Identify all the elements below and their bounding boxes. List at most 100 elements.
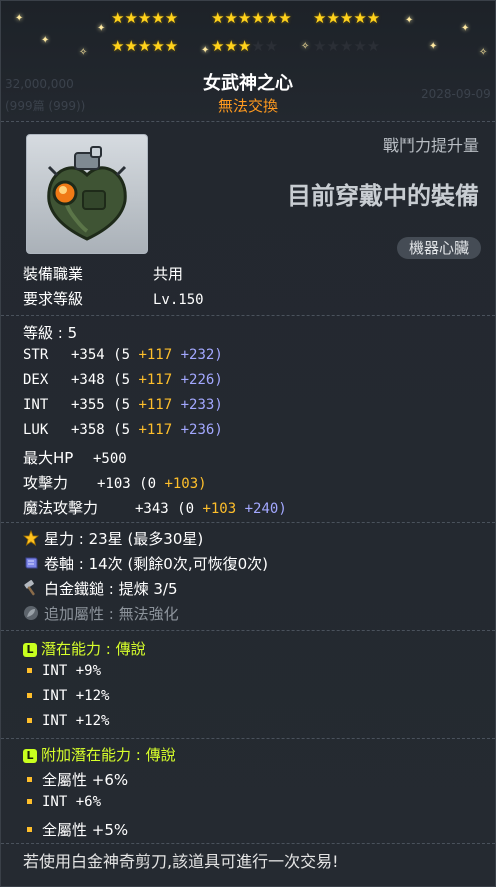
footer-note: 若使用白金神奇剪刀,該道具可進行一次交易! [23,852,339,871]
stat-total: +343 [135,501,169,517]
stat-flame: +117 [138,347,173,363]
stat-flame: +117 [138,422,173,438]
combat-power-label: 戰鬥力提升量 [382,136,479,155]
bullet-icon [27,717,32,723]
stat-star: +236) [180,422,223,438]
job-label: 裝備職業 [23,265,84,283]
star-group-6: ★★★★★ [313,37,381,55]
stat-star: +232) [180,347,223,363]
bullet-icon [27,777,32,782]
level-req-row: 要求等級 Lv.150 [23,288,204,309]
stat-star: +233) [180,397,223,413]
stat-flame: +103 [202,501,237,517]
hammer-row: 白金鐵鎚 : 提煉 3/5 [23,578,178,599]
bullet-icon [27,692,32,698]
stat-str-row: STR +354 (5 +117 +232) [23,347,223,363]
potential-line: INT +12% [23,713,109,729]
potential-header: L 潛在能力 : 傳說 [23,638,146,659]
stat-label: INT [23,397,49,413]
stat-int-row: INT +355 (5 +117 +233) [23,397,223,413]
stat-label: 最大HP [23,449,74,467]
stat-label: 魔法攻擊力 [23,499,99,517]
stat-label: DEX [23,372,49,388]
stat-atk-row: 攻擊力 +103 (0 +103) [23,472,207,493]
stat-label: STR [23,347,49,363]
stat-matk-row: 魔法攻擊力 +343 (0 +103 +240) [23,497,287,518]
stat-flame: +103) [164,476,207,492]
divider [1,738,495,739]
job-value: 共用 [153,265,184,283]
star-group-3: ★★★★★ [313,9,381,27]
stat-label: 攻擊力 [23,474,69,492]
item-tooltip: ★★★★★ ★★★★★★ ★★★★★ ★★★★★ ★★★★★ ★★★★★ ✦ ✦… [0,0,496,887]
stat-base: (5 [113,347,131,363]
stat-flame: +117 [138,372,173,388]
bullet-icon [27,827,32,832]
stat-dex-row: DEX +348 (5 +117 +226) [23,372,223,388]
stat-base: (5 [113,372,131,388]
star-group-1: ★★★★★ [111,9,179,27]
stat-base: (5 [113,397,131,413]
sparkle-icon: ✦ [15,13,24,24]
sparkle-icon: ✧ [79,47,88,58]
stat-base: (0 [177,501,195,517]
stat-label: LUK [23,422,49,438]
star-icon [23,530,39,546]
divider [1,315,495,316]
bonus-potential-header: L 附加潛在能力 : 傳說 [23,744,176,765]
star-group-5: ★★★★★ [211,37,279,55]
machine-heart-icon [47,146,127,241]
potential-line: INT +9% [23,663,101,679]
bonus-potential-title: 附加潛在能力 : 傳說 [41,746,176,764]
sparkle-icon: ✦ [429,41,438,52]
item-icon-frame [26,134,148,254]
potential-title: 潛在能力 : 傳說 [41,640,146,658]
stat-total: +348 [71,372,105,388]
hammer-icon [24,580,35,596]
legendary-badge-icon: L [23,643,37,657]
stat-total: +355 [71,397,105,413]
level-req-label: 要求等級 [23,290,84,308]
job-row: 裝備職業 共用 [23,263,183,284]
bullet-icon [27,798,32,804]
item-type-tag: 機器心臟 [396,237,481,259]
sparkle-icon: ✧ [479,47,488,58]
star-group-4: ★★★★★ [111,37,179,55]
item-name: 女武神之心 [203,73,293,94]
added-option-row: 追加屬性 : 無法強化 [23,603,179,624]
sparkle-icon: ✦ [405,15,414,26]
potential-line: INT +12% [23,688,109,704]
leaf-icon [24,606,38,620]
stat-base: (0 [139,476,157,492]
stat-hp-row: 最大HP +500 [23,447,127,468]
sparkle-icon: ✦ [461,23,470,34]
star-force-row-2: ★★★★★ ★★★★★ ★★★★★ [1,37,495,57]
divider [1,630,495,631]
stat-total: +354 [71,347,105,363]
stat-luk-row: LUK +358 (5 +117 +236) [23,422,223,438]
starforce-row: 星力 : 23星 (最多30星) [23,528,203,549]
bonus-potential-line: INT +6% [23,794,101,810]
bullet-icon [27,667,32,673]
sparkle-icon: ✦ [41,35,50,46]
star-force-row-1: ★★★★★ ★★★★★★ ★★★★★ [1,9,495,29]
stat-total: +500 [93,451,127,467]
sparkle-icon: ✦ [201,45,210,56]
legendary-badge-icon: L [23,749,37,763]
stat-flame: +117 [138,397,173,413]
divider [1,843,495,844]
star-group-2: ★★★★★★ [211,9,292,27]
stat-total: +103 [97,476,131,492]
stat-star: +226) [180,372,223,388]
stat-star: +240) [244,501,287,517]
scroll-icon [25,557,38,569]
bonus-potential-line: 全屬性 +5% [23,819,128,840]
divider [1,522,495,523]
level-req-value: Lv.150 [153,292,204,308]
sparkle-icon: ✧ [301,41,310,52]
scroll-row: 卷軸 : 14次 (剩餘0次,可恢復0次) [23,553,268,574]
trade-status: 無法交換 [217,97,278,115]
stat-base: (5 [113,422,131,438]
divider [1,121,495,122]
stat-total: +358 [71,422,105,438]
